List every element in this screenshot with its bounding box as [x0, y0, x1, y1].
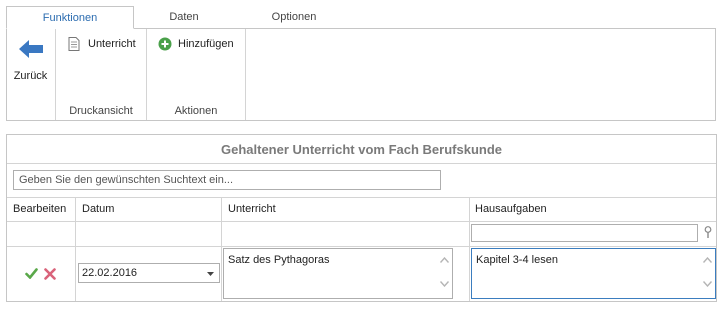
checkmark-icon[interactable]: [25, 268, 38, 279]
scroll-down-icon[interactable]: [703, 281, 712, 287]
column-header-bearbeiten[interactable]: Bearbeiten: [13, 197, 66, 221]
back-button[interactable]: Zurück: [7, 29, 54, 120]
delete-x-icon[interactable]: [44, 268, 56, 280]
back-arrow-icon: [19, 40, 43, 58]
filter-row-bottom-border: [7, 246, 716, 247]
column-divider: [221, 197, 222, 301]
group-navigation: Zurück: [7, 29, 56, 120]
unterricht-text: Satz des Pythagoras: [228, 254, 330, 266]
print-unterricht-label: Unterricht: [88, 38, 136, 50]
ribbon-panel: Zurück Unterricht Druckansicht Hinzufüge…: [6, 28, 716, 121]
column-header-unterricht[interactable]: Unterricht: [228, 197, 276, 221]
hausaufgaben-filter-input[interactable]: [471, 224, 698, 242]
scroll-up-icon[interactable]: [703, 257, 712, 263]
tab-funktionen[interactable]: Funktionen: [6, 6, 134, 29]
datum-value: 22.02.2016: [82, 267, 138, 279]
column-divider: [469, 197, 470, 301]
hausaufgaben-textarea[interactable]: Kapitel 3-4 lesen: [471, 248, 716, 299]
unterricht-scrollbar[interactable]: [437, 249, 452, 298]
header-bottom-border: [7, 221, 716, 222]
tab-optionen[interactable]: Optionen: [244, 6, 344, 29]
filter-icon[interactable]: [704, 226, 712, 239]
group-druckansicht: Unterricht Druckansicht: [56, 29, 147, 120]
column-header-hausaufgaben[interactable]: Hausaufgaben: [475, 197, 547, 221]
tab-daten[interactable]: Daten: [134, 6, 234, 29]
ribbon-tabs: Funktionen Daten Optionen: [0, 0, 722, 29]
scroll-down-icon[interactable]: [440, 281, 449, 287]
scroll-up-icon[interactable]: [440, 257, 449, 263]
hausaufgaben-text: Kapitel 3-4 lesen: [476, 254, 558, 266]
print-unterricht-button[interactable]: Unterricht: [68, 35, 144, 53]
group-aktionen: Hinzufügen Aktionen: [147, 29, 246, 120]
hausaufgaben-scrollbar[interactable]: [700, 249, 715, 298]
unterricht-textarea[interactable]: Satz des Pythagoras: [223, 248, 453, 299]
column-header-datum[interactable]: Datum: [82, 197, 114, 221]
lessons-panel: Gehaltener Unterricht vom Fach Berufskun…: [6, 134, 717, 302]
group-label-druckansicht: Druckansicht: [69, 105, 133, 117]
panel-title: Gehaltener Unterricht vom Fach Berufskun…: [7, 135, 716, 164]
add-button[interactable]: Hinzufügen: [158, 35, 242, 53]
chevron-down-icon: [207, 272, 214, 276]
group-label-aktionen: Aktionen: [174, 105, 218, 117]
search-input[interactable]: [13, 170, 441, 190]
datum-select[interactable]: 22.02.2016: [78, 263, 220, 283]
back-button-label: Zurück: [13, 70, 48, 82]
add-button-label: Hinzufügen: [178, 38, 234, 50]
column-divider: [75, 197, 76, 301]
lessons-grid: Bearbeiten Datum Unterricht Hausaufgaben…: [7, 197, 716, 301]
document-icon: [68, 37, 80, 51]
plus-circle-icon: [158, 37, 172, 51]
